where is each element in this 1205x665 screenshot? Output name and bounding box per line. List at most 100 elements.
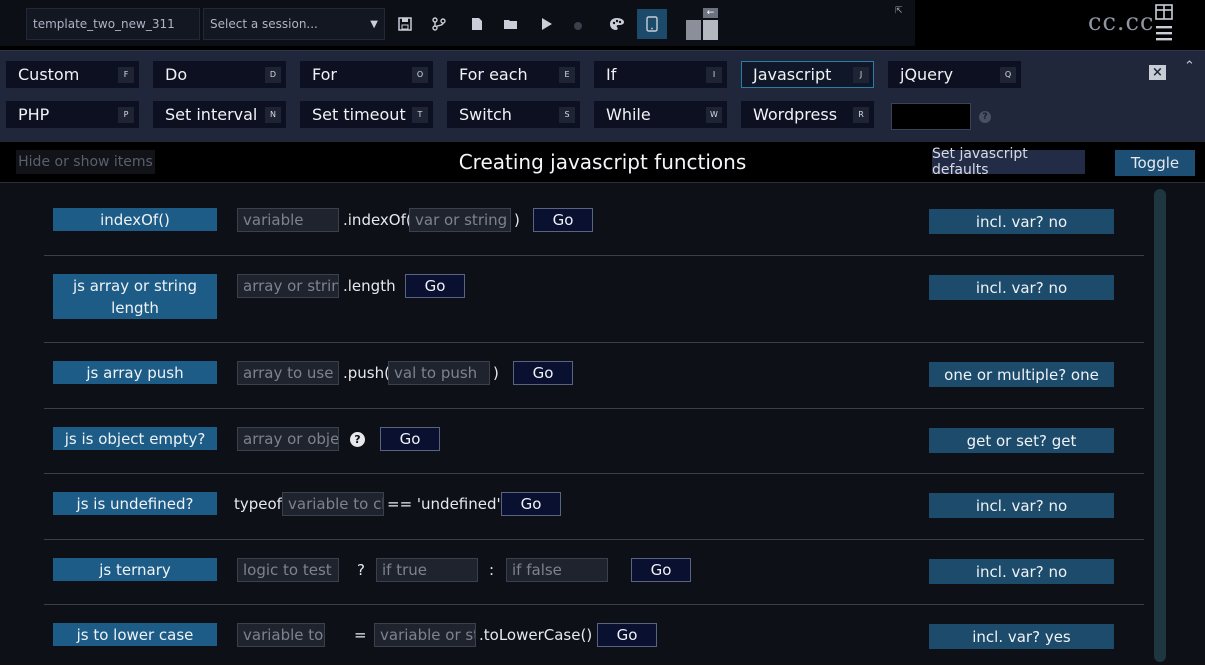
tablet-icon[interactable] <box>637 9 667 39</box>
code-text: ) <box>514 211 520 229</box>
shortcut-javascript[interactable]: Javascript J <box>741 61 874 88</box>
function-row-indexof: indexOf() variable .indexOf( var or stri… <box>44 183 1144 256</box>
function-label[interactable]: js to lower case <box>53 623 217 646</box>
shortcut-label: Set timeout <box>312 105 406 124</box>
code-text: : <box>489 561 495 579</box>
shortcut-jquery[interactable]: jQuery Q <box>888 61 1021 88</box>
go-button[interactable]: Go <box>513 361 573 385</box>
shortcut-key: D <box>265 66 281 83</box>
shortcut-key: P <box>118 106 134 123</box>
shortcut-label: PHP <box>18 105 50 124</box>
hide-show-items-button[interactable]: Hide or show items <box>16 150 155 174</box>
option-button[interactable]: get or set? get <box>929 428 1114 453</box>
play-icon[interactable] <box>532 9 562 39</box>
shortcut-label: Custom <box>18 65 80 84</box>
go-button[interactable]: Go <box>533 208 593 232</box>
shortcut-wordpress[interactable]: Wordpress R <box>741 101 874 128</box>
layout-switch-icon[interactable]: ← <box>686 8 718 42</box>
title-bar: Hide or show items Creating javascript f… <box>0 142 1205 183</box>
if-false-input[interactable]: if false <box>506 558 608 582</box>
go-button[interactable]: Go <box>380 427 440 451</box>
function-row-length: js array or string length array or strin… <box>44 256 1144 343</box>
shortcut-for[interactable]: For O <box>300 61 433 88</box>
code-text: .indexOf( <box>343 211 412 229</box>
shortcut-switch[interactable]: Switch S <box>447 101 580 128</box>
shortcut-label: jQuery <box>900 65 954 84</box>
go-button[interactable]: Go <box>631 558 691 582</box>
close-icon[interactable]: × <box>1149 65 1166 80</box>
toggle-button[interactable]: Toggle <box>1115 150 1195 176</box>
template-name-input[interactable] <box>26 8 200 40</box>
go-button[interactable]: Go <box>597 623 657 647</box>
shortcut-search-input[interactable] <box>891 103 971 130</box>
chevron-up-icon[interactable]: ⌃ <box>1184 59 1195 74</box>
vertical-scrollbar[interactable] <box>1154 189 1166 662</box>
shortcut-label: Set interval <box>165 105 258 124</box>
session-select[interactable]: Select a session... ▼ <box>203 8 385 40</box>
var-or-string-input[interactable]: var or string <box>409 208 511 232</box>
open-folder-icon[interactable] <box>496 9 526 39</box>
function-label[interactable]: js array push <box>53 361 217 384</box>
shortcut-label: For each <box>459 65 528 84</box>
shortcut-php[interactable]: PHP P <box>6 101 139 128</box>
panel-menu-icon[interactable] <box>1154 4 1174 42</box>
variable-to-set-input[interactable]: variable to set <box>237 623 325 647</box>
go-button[interactable]: Go <box>405 274 465 298</box>
variable-to-check-input[interactable]: variable to check <box>282 492 384 516</box>
shortcut-key: J <box>853 66 869 83</box>
shortcut-key: E <box>559 66 575 83</box>
option-button[interactable]: incl. var? no <box>929 559 1114 584</box>
set-defaults-button[interactable]: Set javascript defaults <box>932 146 1085 178</box>
function-label[interactable]: js is undefined? <box>53 492 217 515</box>
shortcut-label: While <box>606 105 651 124</box>
function-row-ternary: js ternary logic to test ? if true : if … <box>44 540 1144 605</box>
code-text: == 'undefined' <box>387 495 501 513</box>
shortcut-key: T <box>412 106 428 123</box>
array-or-string-input[interactable]: array or string <box>237 274 339 298</box>
help-icon[interactable]: ? <box>979 111 991 123</box>
shortcut-key: W <box>706 106 722 123</box>
function-row-undefined: js is undefined? typeof variable to chec… <box>44 474 1144 540</box>
palette-icon[interactable] <box>602 9 632 39</box>
help-icon[interactable]: ? <box>350 432 365 447</box>
code-text: .toLowerCase() <box>479 626 593 644</box>
val-to-push-input[interactable]: val to push <box>388 361 490 385</box>
code-text: ? <box>357 561 365 579</box>
shortcut-set-timeout[interactable]: Set timeout T <box>300 101 433 128</box>
shortcut-label: Do <box>165 65 188 84</box>
new-file-icon[interactable] <box>462 9 492 39</box>
shortcut-custom[interactable]: Custom F <box>6 61 139 88</box>
shortcut-do[interactable]: Do D <box>153 61 286 88</box>
function-label[interactable]: indexOf() <box>53 208 217 231</box>
shortcut-if[interactable]: If I <box>594 61 727 88</box>
shortcut-key: S <box>559 106 575 123</box>
shortcut-key: I <box>706 66 722 83</box>
function-label[interactable]: js ternary <box>53 558 217 581</box>
option-button[interactable]: incl. var? no <box>929 209 1114 234</box>
shortcut-label: Switch <box>459 105 512 124</box>
option-button[interactable]: incl. var? yes <box>929 624 1114 649</box>
save-icon[interactable] <box>390 9 420 39</box>
session-select-value: Select a session... <box>210 17 318 31</box>
function-label[interactable]: js array or string length <box>53 274 217 319</box>
logic-to-test-input[interactable]: logic to test <box>237 558 339 582</box>
array-to-use-input[interactable]: array to use <box>237 361 339 385</box>
variable-or-string-input[interactable]: variable or string <box>374 623 476 647</box>
resize-corner-icon[interactable]: ⇱ <box>895 6 903 16</box>
shortcut-for-each[interactable]: For each E <box>447 61 580 88</box>
option-button[interactable]: incl. var? no <box>929 275 1114 300</box>
shortcut-panel: Custom F Do D For O For each E If I Java… <box>0 50 1205 142</box>
branch-icon[interactable] <box>424 9 454 39</box>
code-text: ) <box>493 364 499 382</box>
brand-logo: cc.cc <box>1088 8 1155 36</box>
if-true-input[interactable]: if true <box>376 558 478 582</box>
shortcut-set-interval[interactable]: Set interval N <box>153 101 286 128</box>
shortcut-while[interactable]: While W <box>594 101 727 128</box>
function-label[interactable]: js is object empty? <box>53 427 217 450</box>
array-or-object-input[interactable]: array or object <box>237 427 339 451</box>
variable-input[interactable]: variable <box>237 208 339 232</box>
option-button[interactable]: incl. var? no <box>929 493 1114 518</box>
go-button[interactable]: Go <box>501 492 561 516</box>
option-button[interactable]: one or multiple? one <box>929 362 1114 387</box>
code-text: .length <box>343 277 396 295</box>
